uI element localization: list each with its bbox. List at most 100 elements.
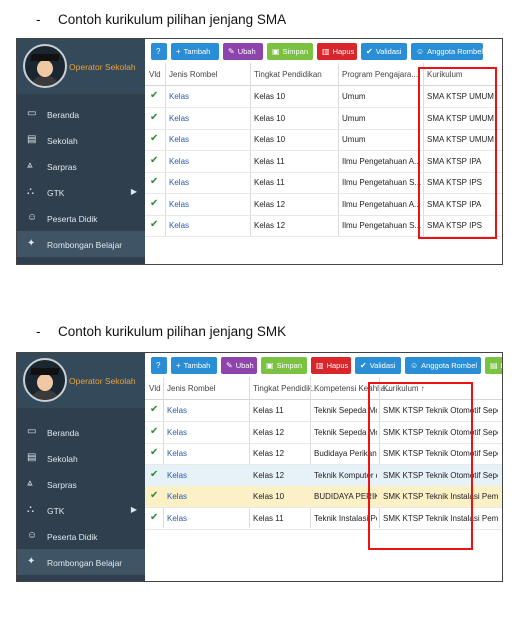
users-icon: ✦ [27, 556, 36, 567]
member-icon: ☺ [410, 361, 419, 370]
avatar[interactable] [23, 358, 67, 402]
member-icon: ☺ [416, 47, 425, 56]
sidebar-header: Operator Sekolah [17, 39, 145, 94]
section-heading-sma: - Contoh kurikulum pilihan jenjang SMA [36, 12, 287, 27]
sidebar-item-sarpras[interactable]: ⩓ Sarpras [17, 471, 145, 497]
button-label: Anggota Rombel [421, 361, 478, 370]
avatar[interactable] [23, 44, 67, 88]
valid-check-icon: ✔ [150, 133, 159, 144]
button-label: Hapus [332, 47, 355, 56]
jenis-rombel-cell[interactable]: Kelas [169, 178, 248, 187]
anggota-rombel-button[interactable]: ☺ Anggota Rombel [405, 357, 481, 374]
sidebar-item-peserta-didik[interactable]: ☺ Peserta Didik [17, 205, 145, 231]
button-label: Simpan [282, 47, 308, 56]
sidebar-item-gtk[interactable]: ⛬ GTK ▶ [17, 497, 145, 523]
jenis-rombel-cell[interactable]: Kelas [169, 221, 248, 230]
trash-icon: ▥ [316, 361, 324, 370]
column-header-vld[interactable]: Vld [149, 384, 161, 393]
column-header-jenis-rombel[interactable]: Jenis Rombel [169, 70, 217, 79]
simpan-button[interactable]: ▣ Simpan [261, 357, 307, 374]
highlight-kurikulum-column [368, 382, 473, 550]
valid-check-icon: ✔ [150, 176, 159, 187]
jenis-rombel-cell[interactable]: Kelas [169, 200, 248, 209]
sidebar-item-rombongan-belajar[interactable]: ✦ Rombongan Belajar [17, 549, 145, 575]
monitor-icon: ▭ [27, 426, 37, 437]
tingkat-cell: Kelas 12 [253, 470, 285, 480]
ubah-button[interactable]: ✎ Ubah [221, 357, 257, 374]
sidebar-item-rombongan-belajar[interactable]: ✦ Rombongan Belajar [17, 231, 145, 257]
jenis-rombel-cell[interactable]: Kelas [167, 406, 247, 415]
jenis-rombel-cell[interactable]: Kelas [169, 157, 248, 166]
column-header-jenis-rombel[interactable]: Jenis Rombel [167, 384, 215, 393]
sidebar-item-label: Sarpras [47, 480, 77, 490]
column-header-tingkat-pendidikan[interactable]: Tingkat Pendidikan [254, 70, 322, 79]
validasi-button[interactable]: ✔ Validasi [361, 43, 407, 60]
building-icon: ▤ [27, 452, 37, 463]
sidebar: Operator Sekolah ▭ Beranda ▤ Sekolah ⩓ Sarpra… [17, 39, 145, 264]
sidebar-item-beranda[interactable]: ▭ Beranda [17, 419, 145, 445]
sidebar-item-sekolah[interactable]: ▤ Sekolah [17, 127, 145, 153]
tingkat-cell: Kelas 10 [254, 92, 286, 101]
screenshot-smk: Operator Sekolah ▭ Beranda ▤ Sekolah ⩓ Sarpra… [16, 352, 503, 582]
anggota-rombel-button[interactable]: ☺ Anggota Rombel [411, 43, 483, 60]
valid-check-icon: ✔ [150, 197, 159, 209]
tambah-button[interactable]: + Tambah [171, 43, 219, 60]
sidebar-item-label: Sekolah [47, 136, 78, 146]
smile-icon: ☺ [27, 212, 38, 223]
button-label: Tambah [183, 361, 211, 370]
jenis-rombel-cell[interactable]: Kelas [169, 114, 248, 123]
jenis-rombel-cell[interactable]: Kelas [169, 92, 248, 101]
save-icon: ▣ [266, 361, 274, 370]
simpan-button[interactable]: ▣ Simpan [267, 43, 313, 60]
pembe-button[interactable]: ▤Pembe [485, 357, 502, 374]
jenis-rombel-cell[interactable]: Kelas [167, 492, 247, 501]
ubah-button[interactable]: ✎ Ubah [223, 43, 263, 60]
monitor-icon: ▭ [27, 108, 37, 119]
graduation-cap-icon: ⛬ [27, 504, 34, 515]
jenis-rombel-cell[interactable]: Kelas [167, 514, 247, 523]
program-cell: Umum [342, 113, 366, 123]
program-cell: Umum [342, 92, 366, 101]
column-header-program-pengajara[interactable]: Program Pengajara... [342, 70, 418, 79]
sidebar-item-sarpras[interactable]: ⩓ Sarpras [17, 153, 145, 179]
program-cell: Ilmu Pengetahuan S... [342, 221, 421, 230]
sidebar-item-label: Beranda [47, 428, 80, 438]
valid-check-icon: ✔ [150, 511, 159, 523]
smile-icon: ☺ [27, 530, 38, 541]
button-label: Anggota Rombel [427, 47, 484, 56]
program-cell: Umum [342, 135, 366, 144]
button-label: Hapus [326, 361, 349, 370]
road-icon: ⩓ [27, 160, 33, 171]
jenis-rombel-cell[interactable]: Kelas [167, 449, 247, 458]
sidebar-item-peserta-didik[interactable]: ☺ Peserta Didik [17, 523, 145, 549]
validasi-button[interactable]: ✔ Validasi [355, 357, 401, 374]
help-button[interactable]: ? [151, 357, 167, 374]
sidebar-item-sekolah[interactable]: ▤ Sekolah [17, 445, 145, 471]
document-icon: ▤ [490, 361, 498, 370]
button-label: Validasi [375, 47, 402, 56]
hapus-button[interactable]: ▥ Hapus [317, 43, 357, 60]
column-header-tingkat-pendidik[interactable]: Tingkat Pendidik.. [253, 384, 316, 393]
chevron-right-icon: ▶ [130, 505, 137, 514]
tingkat-cell: Kelas 10 [253, 492, 285, 501]
road-icon: ⩓ [27, 478, 33, 489]
hapus-button[interactable]: ▥ Hapus [311, 357, 351, 374]
screenshot-sma: Operator Sekolah ▭ Beranda ▤ Sekolah ⩓ Sarpra… [16, 38, 503, 265]
column-header-vld[interactable]: Vld [149, 70, 161, 79]
button-label: Ubah [237, 47, 256, 56]
jenis-rombel-cell[interactable]: Kelas [167, 428, 247, 437]
user-role: Operator Sekolah [69, 376, 136, 386]
jenis-rombel-cell[interactable]: Kelas [169, 135, 248, 144]
tingkat-cell: Kelas 11 [253, 513, 284, 523]
plus-icon: + [176, 361, 181, 370]
tambah-button[interactable]: + Tambah [171, 357, 217, 374]
help-icon: ? [156, 361, 161, 370]
sidebar-item-gtk[interactable]: ⛬ GTK ▶ [17, 179, 145, 205]
check-icon: ✔ [366, 47, 373, 56]
sidebar-item-label: Peserta Didik [47, 532, 98, 542]
toolbar: ? + Tambah ✎ Ubah ▣ Simpan ▥ Hapus ✔ Validasi ☺ Angg… [145, 39, 502, 61]
sidebar-item-label: Beranda [47, 110, 80, 120]
sidebar-item-beranda[interactable]: ▭ Beranda [17, 101, 145, 127]
jenis-rombel-cell[interactable]: Kelas [167, 471, 247, 480]
help-button[interactable]: ? [151, 43, 167, 60]
